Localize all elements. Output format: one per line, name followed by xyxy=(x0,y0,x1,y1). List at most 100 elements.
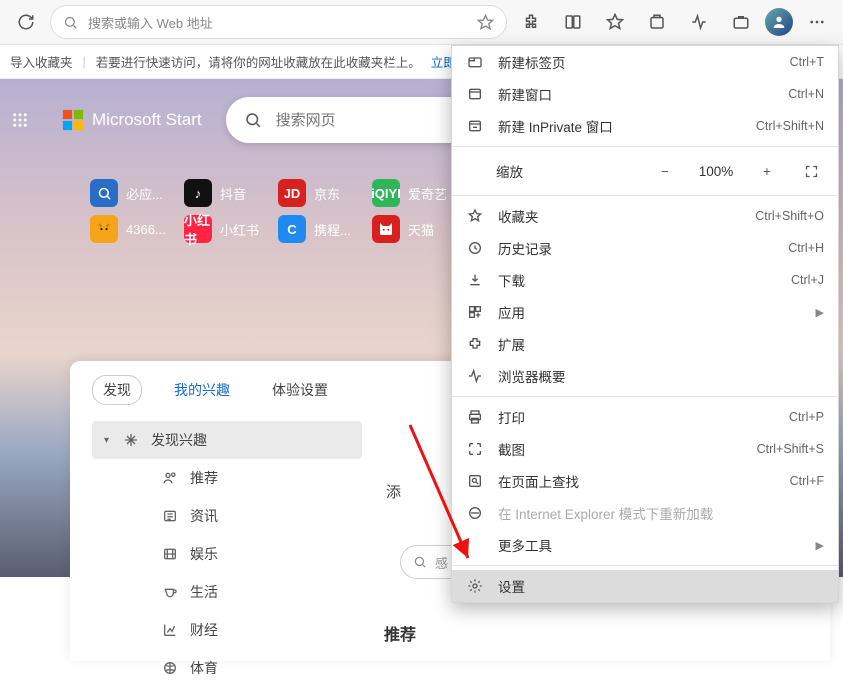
zoom-value: 100% xyxy=(692,164,740,179)
extensions-button[interactable] xyxy=(513,4,549,40)
interest-sidebar-item[interactable]: 财经 xyxy=(92,611,362,649)
menu-item-shot[interactable]: 截图Ctrl+Shift+S xyxy=(452,433,838,465)
menu-item-window[interactable]: 新建窗口Ctrl+N xyxy=(452,78,838,110)
tile-label: 爱奇艺 xyxy=(408,184,447,203)
menu-item-find[interactable]: 在页面上查找Ctrl+F xyxy=(452,465,838,497)
tile-icon xyxy=(90,215,118,243)
menu-item-label: 打印 xyxy=(498,407,775,427)
menu-shortcut: Ctrl+Shift+N xyxy=(756,119,824,133)
menu-item-label: 更多工具 xyxy=(498,535,802,555)
menu-item-apps[interactable]: 应用▶ xyxy=(452,296,838,328)
settings-more-menu: 新建标签页Ctrl+T新建窗口Ctrl+N新建 InPrivate 窗口Ctrl… xyxy=(451,45,839,603)
tab-icon xyxy=(466,54,484,70)
menu-item-label: 下载 xyxy=(498,270,777,290)
settings-more-button[interactable] xyxy=(799,4,835,40)
apps-icon xyxy=(466,304,484,320)
item-icon xyxy=(162,660,178,676)
interest-sidebar-item[interactable]: 资讯 xyxy=(92,497,362,535)
menu-item-ext[interactable]: 扩展 xyxy=(452,328,838,360)
item-icon xyxy=(162,622,178,638)
quick-link-tile[interactable]: 必应... xyxy=(90,179,176,207)
menu-shortcut: Ctrl+H xyxy=(788,241,824,255)
screenshot-button[interactable] xyxy=(723,4,759,40)
search-icon xyxy=(413,555,427,569)
interest-sidebar-item[interactable]: 娱乐 xyxy=(92,535,362,573)
menu-item-history[interactable]: 历史记录 Ctrl+H xyxy=(452,232,838,264)
app-launcher-button[interactable] xyxy=(2,102,38,138)
menu-item-more[interactable]: 更多工具▶ xyxy=(452,529,838,561)
tile-label: 4366... xyxy=(126,222,166,237)
split-screen-button[interactable] xyxy=(555,4,591,40)
star-icon xyxy=(466,208,484,224)
quick-link-tile[interactable]: JD 京东 xyxy=(278,179,364,207)
menu-item-ie: 在 Internet Explorer 模式下重新加载 xyxy=(452,497,838,529)
menu-zoom-row: 缩放−100% + xyxy=(452,151,838,191)
menu-item-gear[interactable]: 设置 xyxy=(452,570,838,602)
download-icon xyxy=(466,272,484,288)
zoom-out-button[interactable]: − xyxy=(648,157,682,185)
tile-label: 抖音 xyxy=(220,184,246,203)
item-icon xyxy=(162,508,178,524)
menu-item-label: 在 Internet Explorer 模式下重新加载 xyxy=(498,503,824,523)
microsoft-start-brand[interactable]: Microsoft Start xyxy=(62,109,202,131)
profile-avatar[interactable] xyxy=(765,8,793,36)
interest-sidebar-item[interactable]: ▾发现兴趣 xyxy=(92,421,362,459)
shot-icon xyxy=(466,441,484,457)
performance-button[interactable] xyxy=(681,4,717,40)
menu-shortcut: Ctrl+T xyxy=(790,55,824,69)
interest-sidebar-item[interactable]: 体育 xyxy=(92,649,362,687)
interest-sidebar-item[interactable]: 生活 xyxy=(92,573,362,611)
interest-sidebar-item[interactable]: 推荐 xyxy=(92,459,362,497)
menu-item-print[interactable]: 打印Ctrl+P xyxy=(452,401,838,433)
address-placeholder: 搜索或输入 Web 地址 xyxy=(88,13,467,32)
menu-item-private[interactable]: 新建 InPrivate 窗口Ctrl+Shift+N xyxy=(452,110,838,142)
tile-label: 携程... xyxy=(314,220,351,239)
menu-item-label: 历史记录 xyxy=(498,238,774,258)
quick-link-tile[interactable]: ♪ 抖音 xyxy=(184,179,270,207)
favorite-star-icon[interactable] xyxy=(477,14,494,31)
quick-link-tile[interactable]: 4366... xyxy=(90,215,176,243)
zoom-in-button[interactable]: + xyxy=(750,157,784,185)
tile-icon xyxy=(90,179,118,207)
feed-tab[interactable]: 我的兴趣 xyxy=(164,376,240,404)
menu-shortcut: Ctrl+J xyxy=(791,273,824,287)
chevron-right-icon: ▶ xyxy=(816,306,824,319)
menu-item-label: 浏览器概要 xyxy=(498,366,824,386)
tile-icon: ♪ xyxy=(184,179,212,207)
quick-link-tile[interactable]: 天猫 xyxy=(372,215,458,243)
quick-link-tile[interactable]: iQIYI 爱奇艺 xyxy=(372,179,458,207)
item-label: 资讯 xyxy=(190,506,218,526)
collections-button[interactable] xyxy=(639,4,675,40)
quick-link-tile[interactable]: 小红书小红书 xyxy=(184,215,270,243)
tile-label: 必应... xyxy=(126,184,163,203)
favorites-hint: 若要进行快速访问，请将你的网址收藏放在此收藏夹栏上。 xyxy=(96,52,421,71)
favorites-button[interactable] xyxy=(597,4,633,40)
search-icon xyxy=(63,15,78,30)
zoom-label: 缩放 xyxy=(496,161,638,181)
fullscreen-button[interactable] xyxy=(794,157,828,185)
interest-sidebar: ▾发现兴趣推荐资讯娱乐生活财经体育 xyxy=(92,421,362,687)
tile-icon: 小红书 xyxy=(184,215,212,243)
menu-item-star[interactable]: 收藏夹Ctrl+Shift+O xyxy=(452,200,838,232)
menu-item-label: 扩展 xyxy=(498,334,824,354)
tile-label: 京东 xyxy=(314,184,340,203)
tile-label: 天猫 xyxy=(408,220,434,239)
menu-item-label: 截图 xyxy=(498,439,743,459)
menu-item-download[interactable]: 下载 Ctrl+J xyxy=(452,264,838,296)
import-favorites-link[interactable]: 导入收藏夹 xyxy=(10,52,73,71)
menu-shortcut: Ctrl+Shift+O xyxy=(755,209,824,223)
menu-item-label: 在页面上查找 xyxy=(498,471,776,491)
feed-tab[interactable]: 发现 xyxy=(92,375,142,405)
tile-icon: iQIYI xyxy=(372,179,400,207)
feed-tab[interactable]: 体验设置 xyxy=(262,376,338,404)
item-icon xyxy=(123,432,139,448)
tile-icon: JD xyxy=(278,179,306,207)
menu-item-perf[interactable]: 浏览器概要 xyxy=(452,360,838,392)
tile-icon: C xyxy=(278,215,306,243)
address-bar[interactable]: 搜索或输入 Web 地址 xyxy=(50,5,507,39)
quick-link-tile[interactable]: C 携程... xyxy=(278,215,364,243)
refresh-button[interactable] xyxy=(8,4,44,40)
ext-icon xyxy=(466,336,484,352)
menu-item-tab[interactable]: 新建标签页Ctrl+T xyxy=(452,46,838,78)
ie-icon xyxy=(466,505,484,521)
